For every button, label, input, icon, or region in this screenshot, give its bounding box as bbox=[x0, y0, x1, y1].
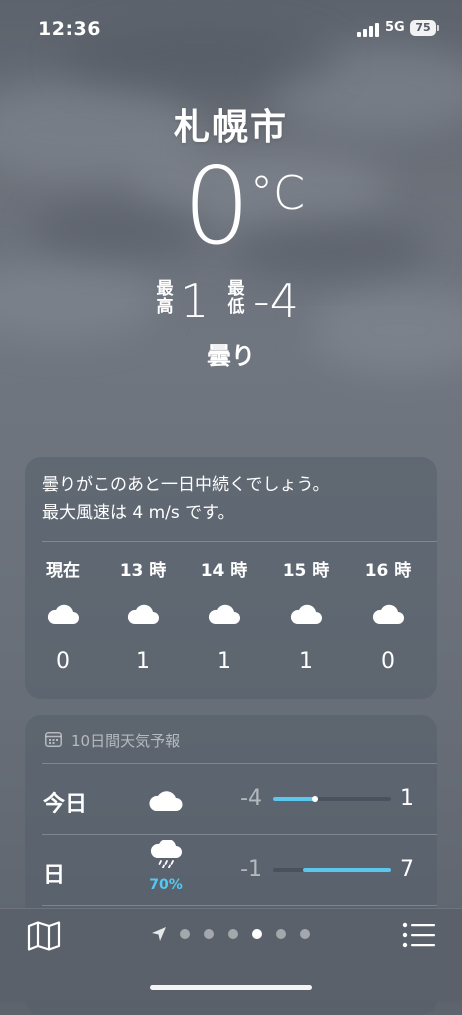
city-name: 札幌市 bbox=[173, 107, 288, 148]
day-name: 日 bbox=[43, 863, 66, 888]
page-dot[interactable] bbox=[228, 929, 238, 939]
hour-time: 13 時 bbox=[119, 561, 167, 581]
high-label: 最高 bbox=[156, 279, 174, 317]
battery-tip bbox=[437, 25, 439, 31]
low-temperature: -4 bbox=[253, 274, 299, 328]
divider bbox=[42, 541, 437, 542]
cloud-icon bbox=[127, 604, 159, 624]
precipitation-chance: 70% bbox=[149, 877, 183, 893]
hour-time: 現在 bbox=[46, 561, 80, 581]
divider bbox=[42, 905, 437, 906]
day-row-sunday[interactable]: 日 70% -1 7 bbox=[25, 835, 437, 905]
day-name: 今日 bbox=[43, 792, 88, 817]
weather-condition: 曇り bbox=[207, 342, 255, 370]
day-high-temperature: 1 bbox=[400, 786, 414, 811]
hour-temperature: 0 bbox=[56, 649, 70, 674]
cloud-icon bbox=[290, 604, 322, 624]
temperature-range-fill bbox=[302, 868, 391, 872]
page-dot[interactable] bbox=[252, 929, 262, 939]
battery-icon: 75 bbox=[410, 20, 436, 36]
low-label: 最低 bbox=[227, 279, 245, 317]
forecast-summary: 曇りがこのあと一日中続くでしょう。 最大風速は 4 m/s です。 bbox=[42, 471, 422, 527]
temperature-range-bar bbox=[273, 796, 391, 802]
page-dot[interactable] bbox=[276, 929, 286, 939]
hourly-list[interactable]: 現在 0 13 時 1 14 時 1 15 時 1 16 時 0 bbox=[25, 553, 437, 693]
hour-temperature: 1 bbox=[217, 649, 231, 674]
hour-time: 16 時 bbox=[364, 561, 412, 581]
page-indicator[interactable] bbox=[150, 925, 320, 945]
cloud-icon bbox=[149, 791, 183, 811]
current-temperature: 0 bbox=[183, 145, 250, 268]
status-bar: 12:36 5G 75 bbox=[0, 0, 462, 56]
day-low-temperature: -4 bbox=[240, 786, 262, 811]
hour-temperature: 0 bbox=[381, 649, 395, 674]
current-temperature-marker bbox=[312, 796, 319, 802]
signal-icon bbox=[357, 23, 379, 37]
bottom-toolbar bbox=[0, 908, 462, 1001]
temperature-range-fill bbox=[273, 797, 318, 801]
calendar-icon bbox=[45, 732, 62, 747]
cloud-rain-icon bbox=[150, 840, 182, 868]
temperature-unit: °C bbox=[250, 166, 306, 220]
cloud-icon bbox=[208, 604, 240, 624]
hour-temperature: 1 bbox=[136, 649, 150, 674]
day-high-temperature: 7 bbox=[400, 857, 414, 882]
status-time: 12:36 bbox=[38, 18, 101, 40]
day-low-temperature: -1 bbox=[240, 857, 262, 882]
summary-line: 曇りがこのあと一日中続くでしょう。 bbox=[42, 475, 330, 495]
hourly-forecast-card[interactable]: 曇りがこのあと一日中続くでしょう。 最大風速は 4 m/s です。 現在 0 1… bbox=[25, 457, 437, 699]
hour-time: 14 時 bbox=[200, 561, 248, 581]
summary-line: 最大風速は 4 m/s です。 bbox=[42, 503, 235, 523]
cloud-icon bbox=[47, 604, 79, 624]
location-arrow-icon bbox=[152, 927, 166, 941]
day-row-today[interactable]: 今日 -4 1 bbox=[25, 764, 437, 834]
cloud-icon bbox=[372, 604, 404, 624]
hour-temperature: 1 bbox=[299, 649, 313, 674]
home-indicator bbox=[150, 985, 312, 990]
hour-time: 15 時 bbox=[282, 561, 330, 581]
list-icon[interactable] bbox=[402, 921, 436, 949]
high-low: 最高 1 最低 -4 bbox=[0, 276, 462, 326]
temperature-range-bar bbox=[273, 868, 391, 872]
map-icon[interactable] bbox=[27, 921, 61, 951]
high-temperature: 1 bbox=[180, 274, 210, 328]
page-dot[interactable] bbox=[180, 929, 190, 939]
page-dot[interactable] bbox=[204, 929, 214, 939]
page-dot[interactable] bbox=[300, 929, 310, 939]
daily-forecast-title: 10日間天気予報 bbox=[71, 732, 181, 750]
network-type: 5G bbox=[385, 20, 405, 35]
